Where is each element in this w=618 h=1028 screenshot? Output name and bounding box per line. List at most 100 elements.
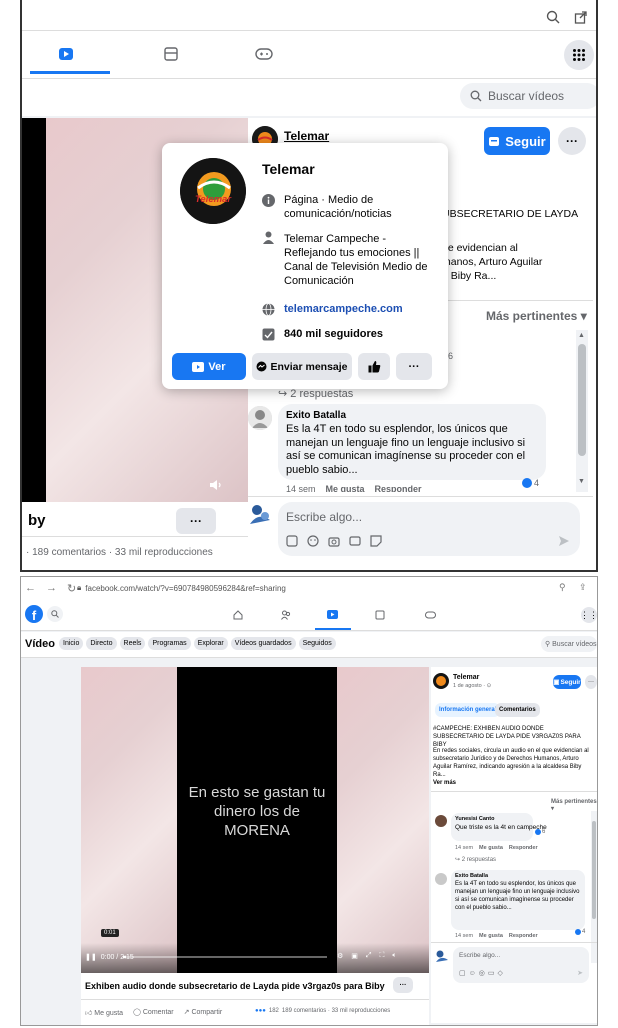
send-icon[interactable]: ➤ [577,969,583,977]
tab-reels[interactable]: Reels [119,637,146,650]
menu-grid-icon[interactable] [564,40,594,70]
video-search-input[interactable]: ⚲ Buscar vídeos [541,636,597,652]
like-button[interactable]: 👍︎ Me gusta [85,1008,123,1017]
commenter-avatar[interactable] [248,406,272,430]
comment-icon: ◯ [133,1009,141,1016]
hovercard-name[interactable]: Telemar [262,161,315,177]
camera-icon[interactable]: ◎ [479,970,488,977]
gaming-icon[interactable] [255,46,273,62]
see-more-link[interactable]: Ver más [433,780,456,786]
volume-icon[interactable]: 🔈︎ [392,952,396,960]
page-name[interactable]: Telemar [453,674,479,681]
tab-saved-videos[interactable]: Vídeos guardados [230,637,296,650]
tab-general-info[interactable]: Información general [435,703,501,717]
avatar-sticker-icon[interactable] [286,535,298,547]
expand-icon[interactable]: ⤢ [366,952,372,960]
tab-directo[interactable]: Directo [86,637,117,650]
comment-button[interactable]: ◯ Comentar [133,1008,174,1017]
zoom-icon[interactable] [546,10,560,24]
comment-input[interactable]: Escribe algo... ▢☺◎▭◇ ➤ [453,947,589,983]
video-player[interactable]: En esto se gastan tu dinero los de MOREN… [81,667,429,973]
share-icon[interactable]: ⇪ [579,582,587,593]
reply-link[interactable]: Responder [375,484,422,492]
marketplace-icon[interactable] [375,610,385,620]
like-reaction-icon [522,478,532,488]
fullscreen-icon[interactable]: ⛶ [380,952,385,960]
view-page-button[interactable]: Ver [172,353,246,380]
send-icon[interactable] [558,535,570,547]
emoji-icon[interactable] [307,535,319,547]
marketplace-icon[interactable] [163,46,179,62]
send-message-button[interactable]: Enviar mensaje [252,353,352,380]
address-bar[interactable]: 🔒︎ facebook.com/watch/?v=690784980596284… [77,583,286,593]
emoji-icon[interactable]: ☺ [469,970,479,977]
avatar-sticker-icon[interactable]: ▢ [459,970,469,977]
back-icon[interactable]: ← [25,582,36,595]
reload-icon[interactable]: ↻ [67,582,76,595]
reaction-icons[interactable]: ●●● [255,1008,266,1014]
settings-icon[interactable]: ⚙ [337,952,343,960]
scrollbar-thumb[interactable] [592,821,596,919]
page-avatar[interactable] [433,673,449,689]
commenter-avatar[interactable] [435,873,447,885]
scroll-down-icon[interactable]: ▼ [578,478,585,485]
fb-search-icon[interactable] [47,606,63,622]
like-link[interactable]: Me gusta [326,484,365,492]
comment-input[interactable]: Escribe algo... [278,502,580,556]
menu-grid-icon[interactable]: ⋮⋮ [580,607,597,623]
follow-label: Seguir [560,678,581,686]
pause-icon[interactable]: ❚❚ [85,953,97,961]
hovercard-more-button[interactable]: ··· [396,353,432,380]
replies-link[interactable]: ↪ 2 respuestas [455,856,496,863]
comment2-reactions[interactable]: 4 [522,478,539,488]
sticker-icon[interactable] [370,535,382,547]
progress-bar[interactable] [123,956,327,958]
like-link[interactable]: Me gusta [479,933,503,938]
comment-author[interactable]: Yunesisi Canto [455,816,529,822]
page-name[interactable]: Telemar [284,129,329,143]
tab-following[interactable]: Seguidos [298,637,336,650]
share-button[interactable]: ↗ Compartir [184,1008,223,1017]
volume-icon[interactable] [208,478,222,492]
home-icon[interactable] [233,610,243,620]
gaming-icon[interactable] [425,610,436,620]
comment1-reactions[interactable]: 6 [535,829,545,835]
more-options-button[interactable]: ··· [176,508,216,534]
gif-icon[interactable]: ▭ [488,970,498,977]
watch-tab-icon[interactable] [58,46,74,62]
reply-link[interactable]: Responder [509,845,538,851]
comment-time: 14 sem [455,845,474,851]
tab-comments[interactable]: Comentarios [495,703,540,717]
tab-programas[interactable]: Programas [148,637,191,650]
comment-author[interactable]: Exito Batalla [455,873,581,879]
follow-button[interactable]: ▣ Seguir [553,675,581,689]
search-input[interactable]: Buscar vídeos [460,83,596,109]
pip-icon[interactable]: ▣ [351,952,358,960]
more-button[interactable]: ··· [558,127,586,155]
sticker-icon[interactable]: ◇ [498,970,506,977]
zoom-icon[interactable]: ⚲ [559,582,566,593]
camera-icon[interactable] [328,535,340,547]
more-options-button[interactable]: ··· [393,977,413,993]
follow-button[interactable]: Seguir [484,127,550,155]
commenter-avatar[interactable] [435,815,447,827]
scrollbar-thumb[interactable] [578,344,586,456]
forward-icon[interactable]: → [46,582,57,595]
comment-author[interactable]: Exito Batalla [286,410,538,421]
comment2-reactions[interactable]: 4 [575,929,585,935]
gif-icon[interactable] [349,535,361,547]
facebook-logo-icon[interactable]: f [25,605,43,623]
tab-explorar[interactable]: Explorar [193,637,228,650]
hovercard-website[interactable]: telemarcampeche.com [284,303,403,315]
more-button[interactable]: ··· [585,675,597,689]
like-link[interactable]: Me gusta [479,845,503,851]
friends-icon[interactable] [281,610,291,620]
like-page-button[interactable] [358,353,390,380]
hovercard-logo[interactable]: Telemar [180,158,246,224]
share-icon[interactable] [574,10,588,24]
tab-inicio[interactable]: Inicio [59,637,84,650]
scroll-up-icon[interactable]: ▲ [578,332,585,339]
watch-tab-icon[interactable] [327,609,338,620]
sort-dropdown[interactable]: Más pertinentes ▾ [486,309,587,323]
reply-link[interactable]: Responder [509,933,538,938]
